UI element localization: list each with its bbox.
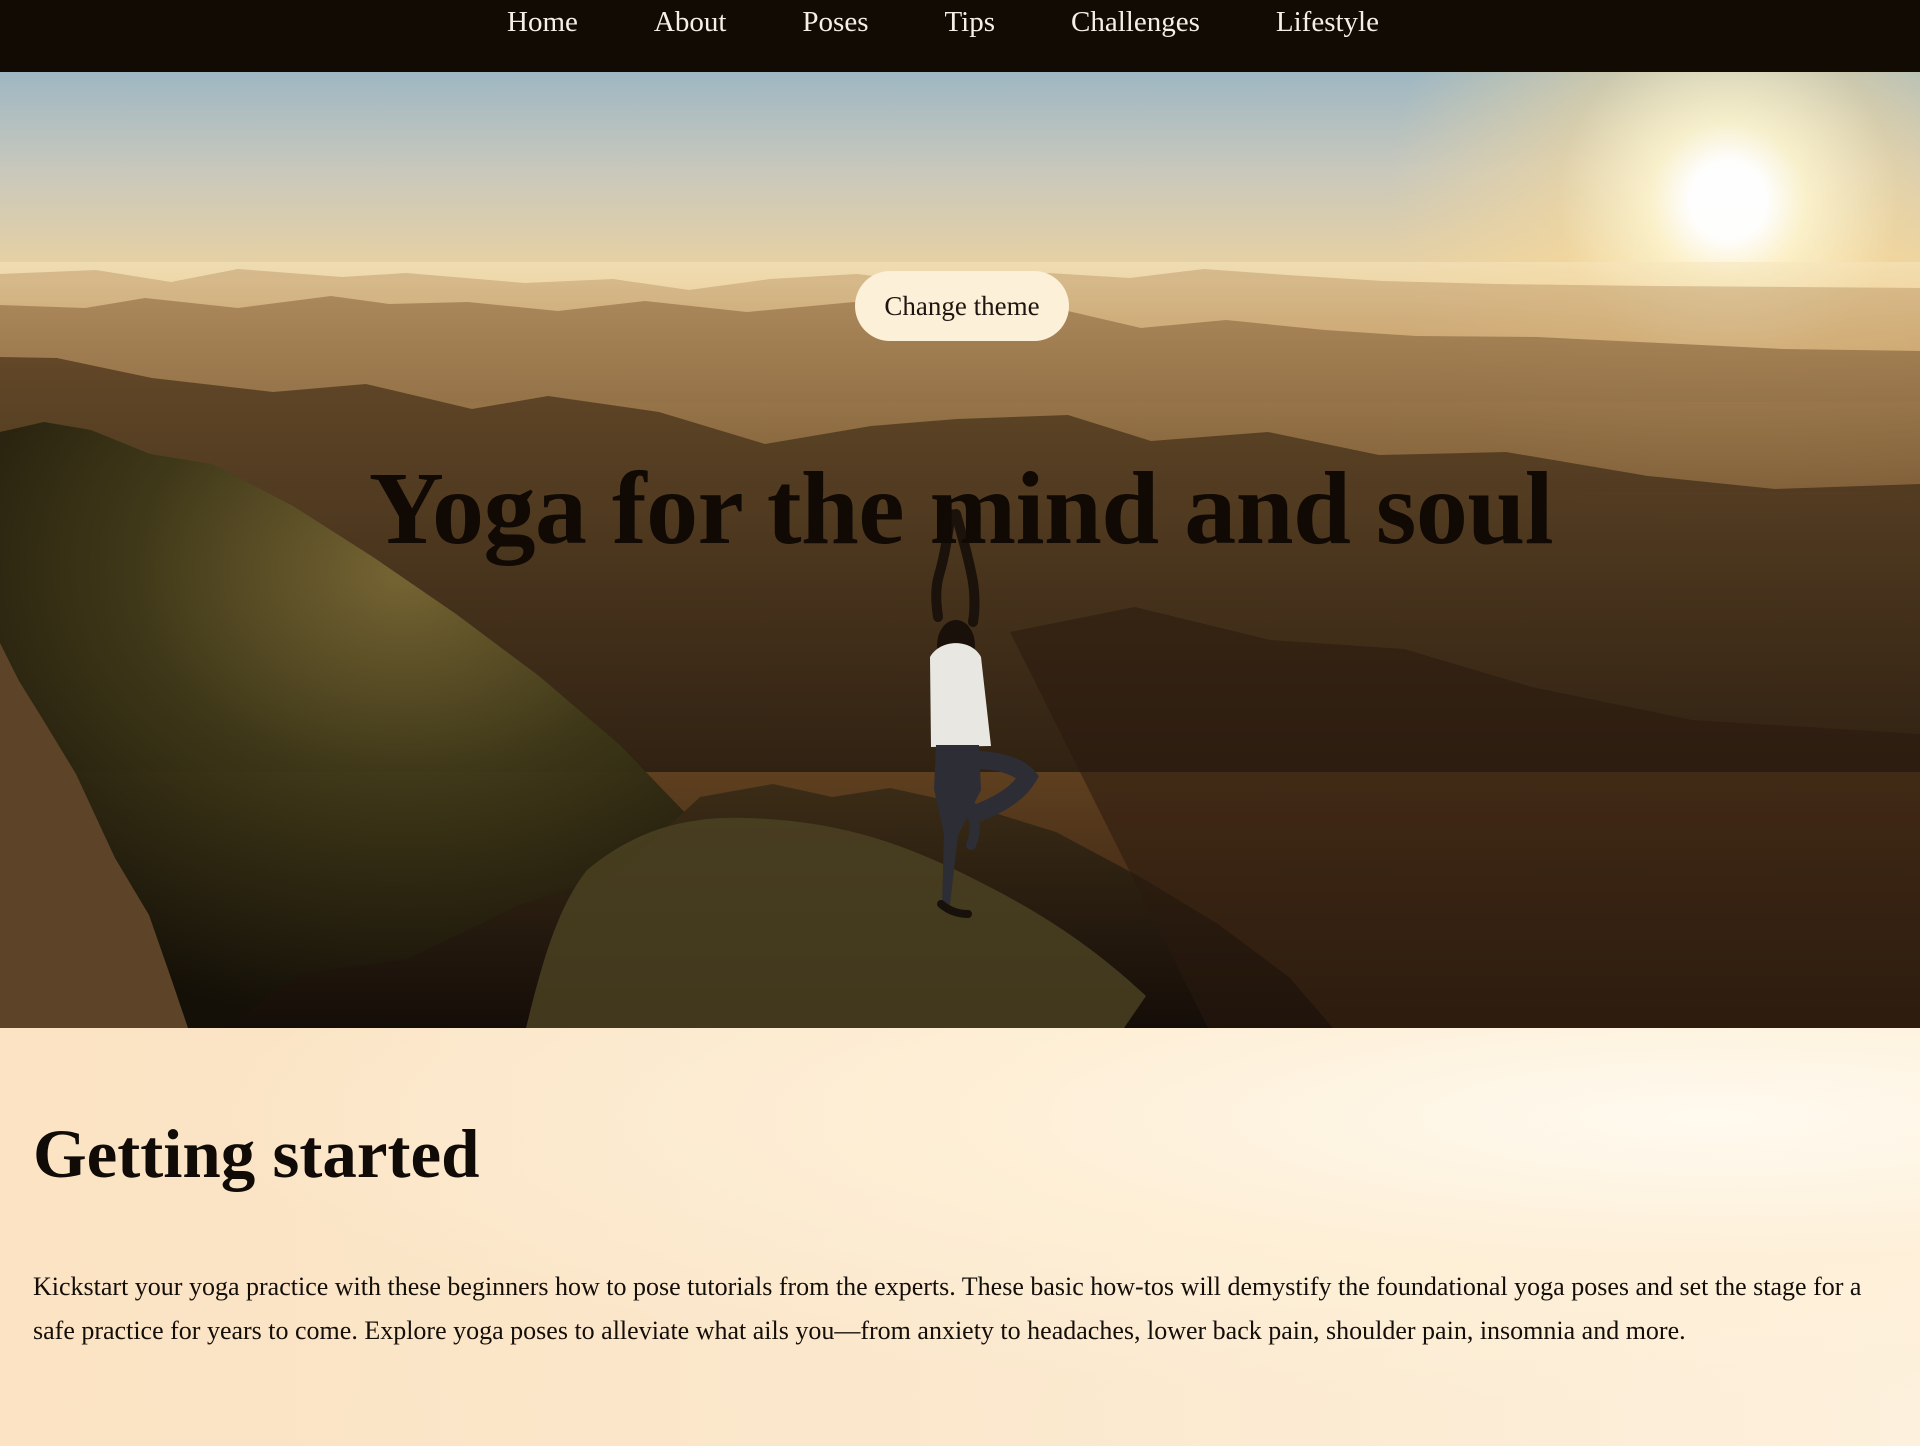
top-navigation: Home About Poses Tips Challenges Lifesty… [0,0,1920,72]
navigation-list: Home About Poses Tips Challenges Lifesty… [469,0,1417,44]
content-section [0,1028,1920,1446]
nav-link-tips[interactable]: Tips [906,0,1033,44]
getting-started-heading: Getting started [33,1116,480,1192]
nav-link-poses[interactable]: Poses [764,0,906,44]
change-theme-button[interactable]: Change theme [855,271,1069,341]
getting-started-description: Kickstart your yoga practice with these … [33,1272,1862,1345]
nav-link-challenges[interactable]: Challenges [1033,0,1238,44]
hero-section: Change theme Yoga for the mind and soul [0,72,1920,1028]
nav-link-lifestyle[interactable]: Lifestyle [1238,0,1417,44]
nav-link-home[interactable]: Home [469,0,616,44]
hero-title: Yoga for the mind and soul [368,451,1554,566]
nav-link-about[interactable]: About [616,0,765,44]
